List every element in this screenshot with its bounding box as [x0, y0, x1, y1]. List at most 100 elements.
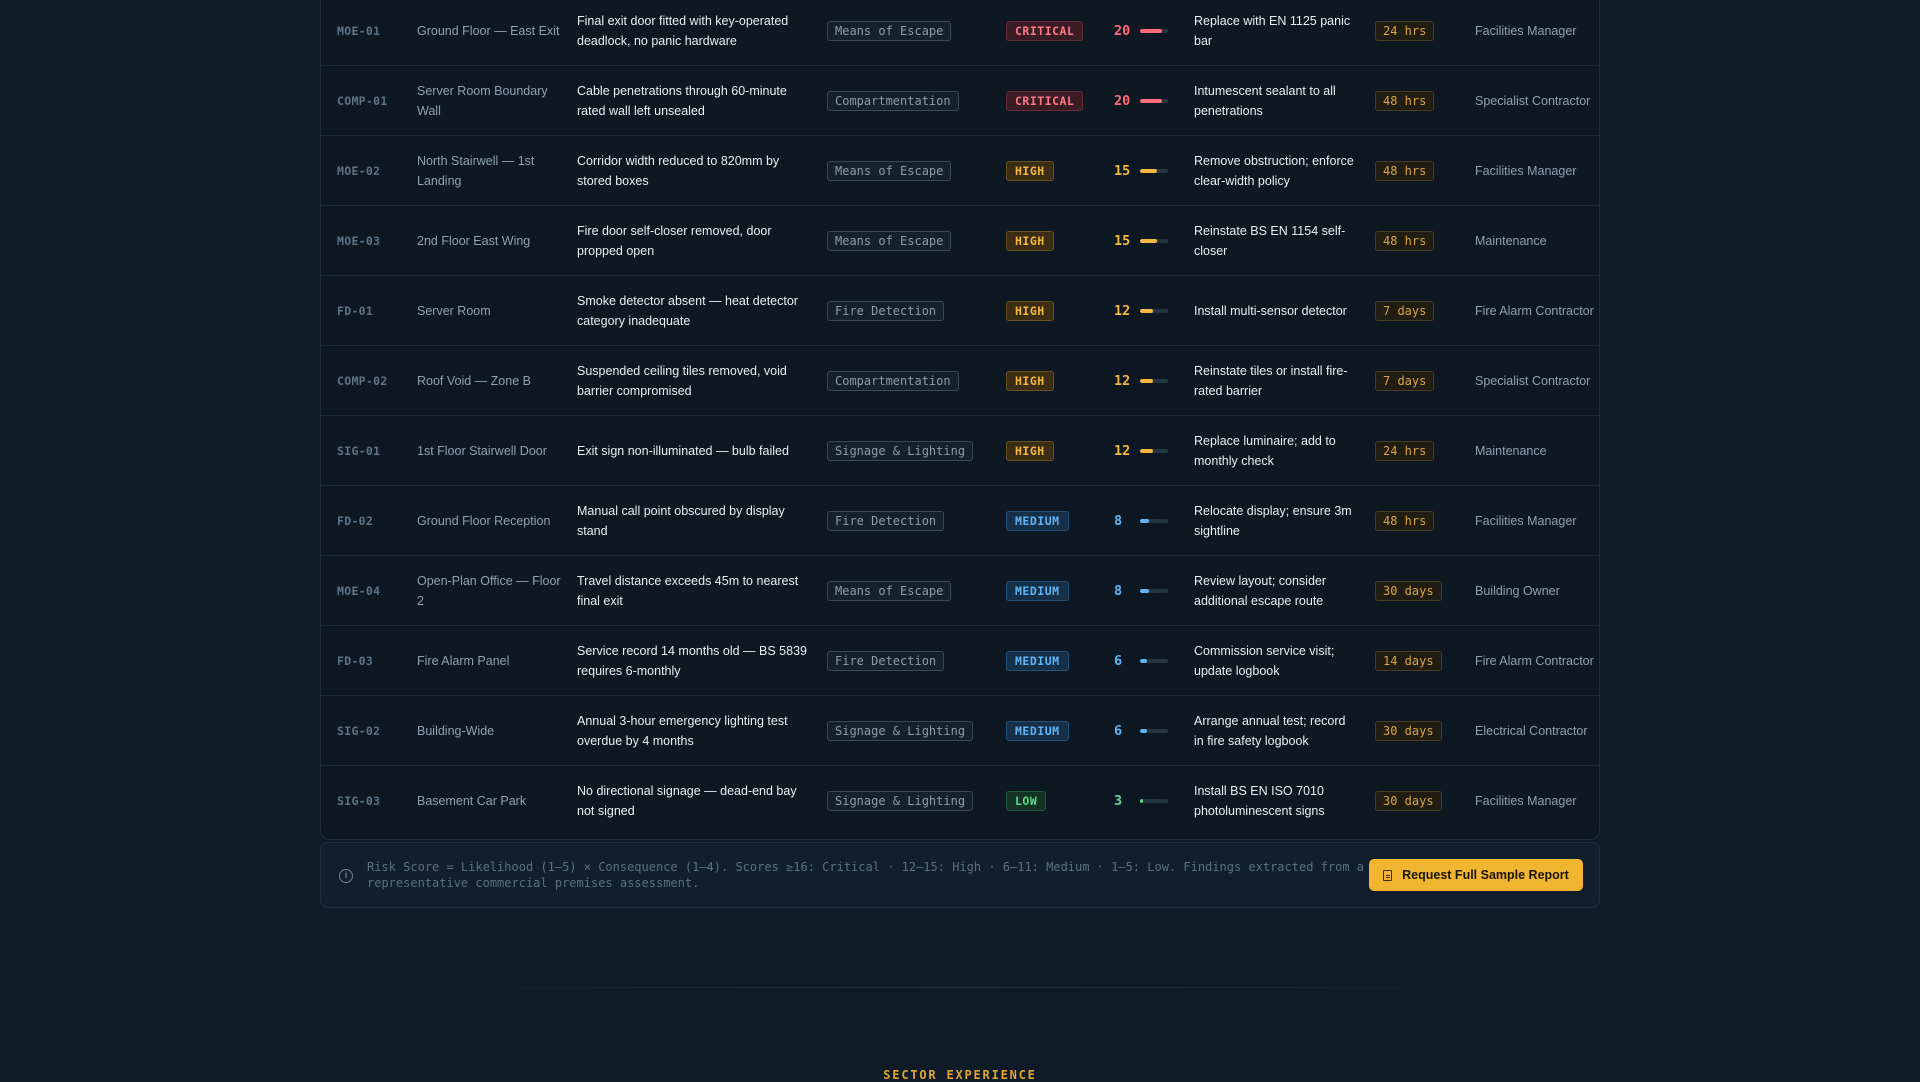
category-tag: Means of Escape: [827, 161, 952, 181]
timeframe-tag: 24 hrs: [1375, 21, 1435, 41]
risk-score: 12: [1114, 373, 1131, 389]
finding-ref: SIG-03: [337, 794, 381, 808]
finding-location: Open-Plan Office — Floor 2: [417, 574, 561, 608]
timeframe-tag: 48 hrs: [1375, 231, 1435, 251]
findings-table: MOE-01 Ground Floor — East Exit Final exit…: [320, 0, 1600, 840]
risk-score-bar: [1140, 729, 1168, 733]
timeframe-tag: 30 days: [1375, 581, 1442, 601]
responsible-owner: Maintenance: [1475, 234, 1547, 248]
risk-score-bar: [1140, 99, 1168, 103]
finding-ref: FD-02: [337, 514, 374, 528]
timeframe-tag: 7 days: [1375, 301, 1435, 321]
table-row: SIG-02 Building-Wide Annual 3-hour emergen…: [321, 696, 1599, 766]
risk-score: 15: [1114, 163, 1131, 179]
severity-badge: CRITICAL: [1006, 91, 1084, 111]
responsible-owner: Specialist Contractor: [1475, 374, 1591, 388]
severity-badge: MEDIUM: [1006, 511, 1069, 531]
risk-score: 6: [1114, 653, 1123, 669]
remedial-action: Replace luminaire; add to monthly check: [1194, 434, 1336, 468]
finding-description: Service record 14 months old — BS 5839 r…: [577, 644, 807, 678]
finding-ref: SIG-01: [337, 444, 381, 458]
table-row: FD-02 Ground Floor Reception Manual call p…: [321, 486, 1599, 556]
category-tag: Means of Escape: [827, 21, 952, 41]
category-tag: Signage & Lighting: [827, 721, 974, 741]
finding-ref: MOE-03: [337, 234, 381, 248]
risk-score-bar-fill: [1140, 449, 1154, 453]
finding-description: Smoke detector absent — heat detector ca…: [577, 294, 798, 328]
responsible-owner: Facilities Manager: [1475, 164, 1577, 178]
risk-score: 12: [1114, 303, 1131, 319]
finding-location: Roof Void — Zone B: [417, 374, 531, 388]
risk-score: 20: [1114, 93, 1131, 109]
responsible-owner: Electrical Contractor: [1475, 724, 1588, 738]
info-icon: i: [339, 869, 353, 883]
risk-score-bar-fill: [1140, 799, 1144, 803]
risk-score-bar-fill: [1140, 379, 1154, 383]
timeframe-tag: 24 hrs: [1375, 441, 1435, 461]
section-divider: [400, 987, 1520, 988]
risk-score: 6: [1114, 723, 1123, 739]
finding-location: Fire Alarm Panel: [417, 654, 510, 668]
risk-score-bar-fill: [1140, 659, 1147, 663]
timeframe-tag: 48 hrs: [1375, 91, 1435, 111]
finding-ref: FD-01: [337, 304, 374, 318]
finding-description: Suspended ceiling tiles removed, void ba…: [577, 364, 787, 398]
risk-score-bar: [1140, 589, 1168, 593]
finding-location: Server Room: [417, 304, 491, 318]
severity-badge: HIGH: [1006, 441, 1054, 461]
severity-badge: CRITICAL: [1006, 21, 1084, 41]
category-tag: Means of Escape: [827, 581, 952, 601]
remedial-action: Relocate display; ensure 3m sightline: [1194, 504, 1352, 538]
finding-description: Final exit door fitted with key-operated…: [577, 14, 789, 48]
finding-ref: MOE-02: [337, 164, 381, 178]
category-tag: Fire Detection: [827, 651, 945, 671]
risk-score-bar: [1140, 379, 1168, 383]
risk-score: 8: [1114, 513, 1123, 529]
risk-score-bar-fill: [1140, 29, 1163, 33]
risk-score-bar: [1140, 29, 1168, 33]
risk-score-bar-fill: [1140, 519, 1149, 523]
table-row: MOE-03 2nd Floor East Wing Fire door self-…: [321, 206, 1599, 276]
finding-description: No directional signage — dead-end bay no…: [577, 784, 797, 818]
table-row: COMP-01 Server Room Boundary Wall Cable pe…: [321, 66, 1599, 136]
risk-score-bar-fill: [1140, 99, 1163, 103]
finding-location: Building-Wide: [417, 724, 495, 738]
finding-ref: COMP-02: [337, 374, 388, 388]
timeframe-tag: 7 days: [1375, 371, 1435, 391]
category-tag: Means of Escape: [827, 231, 952, 251]
finding-location: Ground Floor Reception: [417, 514, 551, 528]
category-tag: Compartmentation: [827, 371, 959, 391]
timeframe-tag: 48 hrs: [1375, 511, 1435, 531]
table-row: MOE-01 Ground Floor — East Exit Final exit…: [321, 0, 1599, 66]
finding-ref: SIG-02: [337, 724, 381, 738]
category-tag: Fire Detection: [827, 511, 945, 531]
timeframe-tag: 30 days: [1375, 791, 1442, 811]
remedial-action: Commission service visit; update logbook: [1194, 644, 1335, 678]
remedial-action: Install multi-sensor detector: [1194, 304, 1347, 318]
remedial-action: Replace with EN 1125 panic bar: [1194, 14, 1351, 48]
table-row: MOE-04 Open-Plan Office — Floor 2 Travel d…: [321, 556, 1599, 626]
risk-score-bar: [1140, 799, 1168, 803]
risk-score-bar-fill: [1140, 729, 1147, 733]
finding-location: Ground Floor — East Exit: [417, 24, 560, 38]
responsible-owner: Facilities Manager: [1475, 514, 1577, 528]
request-sample-report-button[interactable]: Request Full Sample Report: [1369, 859, 1583, 891]
severity-badge: HIGH: [1006, 301, 1054, 321]
finding-description: Exit sign non-illuminated — bulb failed: [577, 444, 789, 458]
finding-description: Annual 3-hour emergency lighting test ov…: [577, 714, 788, 748]
severity-badge: HIGH: [1006, 371, 1054, 391]
finding-location: North Stairwell — 1st Landing: [417, 154, 535, 188]
severity-badge: LOW: [1006, 791, 1047, 811]
risk-score: 8: [1114, 583, 1123, 599]
timeframe-tag: 30 days: [1375, 721, 1442, 741]
finding-ref: MOE-04: [337, 584, 381, 598]
remedial-action: Intumescent sealant to all penetrations: [1194, 84, 1336, 118]
table-row: MOE-02 North Stairwell — 1st Landing Corri…: [321, 136, 1599, 206]
responsible-owner: Fire Alarm Contractor: [1475, 654, 1594, 668]
remedial-action: Review layout; consider additional escap…: [1194, 574, 1327, 608]
risk-score-bar: [1140, 309, 1168, 313]
request-sample-report-label: Request Full Sample Report: [1402, 868, 1569, 882]
timeframe-tag: 14 days: [1375, 651, 1442, 671]
remedial-action: Reinstate BS EN 1154 self-closer: [1194, 224, 1346, 258]
risk-score-bar: [1140, 659, 1168, 663]
